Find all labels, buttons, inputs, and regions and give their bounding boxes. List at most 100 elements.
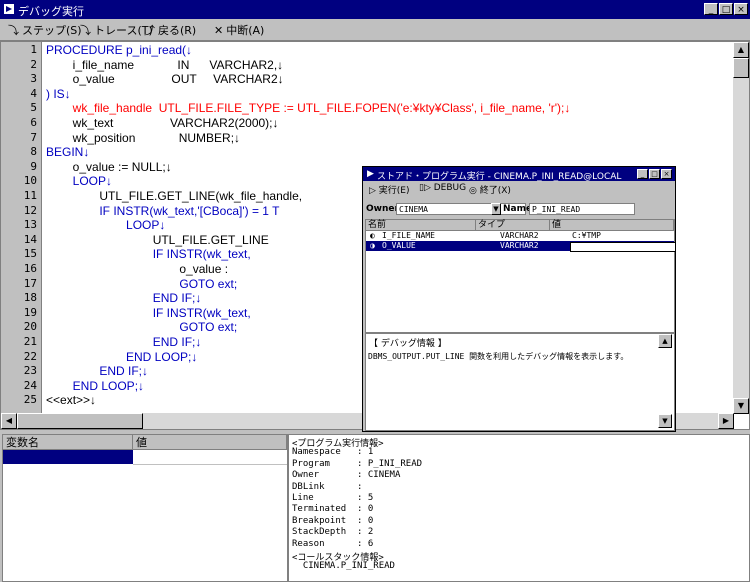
dialog-title: ストアド・プログラム実行 - CINEMA.P_INI_READ@LOCAL (377, 172, 622, 182)
code-text: ) IS↓ (46, 86, 71, 101)
line-number[interactable]: 13 (7, 218, 37, 231)
back-button[interactable]: ⤴ 戻る(R) (144, 22, 196, 38)
trace-button[interactable]: ⤵ トレース(T) (80, 22, 153, 38)
abort-icon: ✕ (214, 24, 224, 37)
line-number[interactable]: 10 (7, 174, 37, 187)
abort-button[interactable]: ✕ 中断(A) (214, 22, 264, 38)
exec-info-line: DBLink : (292, 481, 363, 492)
code-line[interactable]: ) IS↓ (46, 87, 71, 101)
scroll-right-icon[interactable]: ▶ (718, 413, 734, 429)
code-line[interactable]: IF INSTR(wk_text, (46, 306, 251, 320)
code-text: IF INSTR(wk_text, (46, 247, 251, 262)
line-number[interactable]: 9 (7, 160, 37, 173)
vertical-scrollbar[interactable]: ▲ ▼ (733, 42, 749, 414)
line-number[interactable]: 24 (7, 379, 37, 392)
stored-program-dialog: ▶ ストアド・プログラム実行 - CINEMA.P_INI_READ@LOCAL… (362, 166, 676, 432)
scroll-left-icon[interactable]: ◀ (1, 413, 17, 429)
code-line[interactable]: o_value := NULL;↓ (46, 160, 172, 174)
param-row-selected[interactable]: ◑ O_VALUE VARCHAR2 (366, 241, 676, 252)
debug-button[interactable]: ▯▷ DEBUG (419, 183, 466, 193)
close-button[interactable]: × (734, 3, 748, 15)
info-scroll-up-icon[interactable]: ▲ (658, 334, 672, 348)
line-number[interactable]: 7 (7, 131, 37, 144)
code-line[interactable]: BEGIN↓ (46, 145, 89, 159)
line-number[interactable]: 1 (7, 43, 37, 56)
line-number[interactable]: 16 (7, 262, 37, 275)
line-number[interactable]: 23 (7, 364, 37, 377)
line-number[interactable]: 18 (7, 291, 37, 304)
name-input[interactable]: P_INI_READ (529, 203, 635, 215)
code-line[interactable]: UTL_FILE.GET_LINE(wk_file_handle, (46, 189, 302, 203)
line-number[interactable]: 15 (7, 247, 37, 260)
code-line[interactable]: END LOOP;↓ (46, 379, 144, 393)
variable-row-selected[interactable] (3, 450, 133, 464)
code-line[interactable]: IF INSTR(wk_text, (46, 247, 251, 261)
line-number[interactable]: 21 (7, 335, 37, 348)
variable-value-cell[interactable] (133, 450, 287, 465)
scroll-up-icon[interactable]: ▲ (733, 42, 749, 58)
scroll-down-icon[interactable]: ▼ (733, 398, 749, 414)
code-line[interactable]: wk_text VARCHAR2(2000);↓ (46, 116, 279, 130)
code-line[interactable]: LOOP↓ (46, 174, 112, 188)
quit-button[interactable]: ◎ 終了(X) (469, 183, 511, 196)
code-line[interactable]: END IF;↓ (46, 364, 148, 378)
code-text: wk_position NUMBER;↓ (46, 130, 241, 145)
code-text: o_value OUT VARCHAR2↓ (46, 72, 284, 87)
line-number[interactable]: 3 (7, 72, 37, 85)
line-number[interactable]: 19 (7, 306, 37, 319)
step-button[interactable]: ⤵ ステップ(S) (8, 22, 82, 38)
code-text: wk_text VARCHAR2(2000);↓ (46, 116, 279, 130)
code-line[interactable]: o_value : (46, 262, 228, 276)
code-line[interactable]: END LOOP;↓ (46, 350, 197, 364)
code-line[interactable]: UTL_FILE.GET_LINE (46, 233, 269, 247)
code-line[interactable]: IF INSTR(wk_text,'[CBoca]') = 1 T (46, 204, 279, 218)
code-line[interactable]: PROCEDURE p_ini_read(↓ (46, 43, 192, 57)
code-line[interactable]: END IF;↓ (46, 291, 202, 305)
run-button[interactable]: ▷ 実行(E) (369, 183, 410, 196)
line-number[interactable]: 4 (7, 87, 37, 100)
param-out-icon: ◑ (370, 241, 375, 250)
code-text: i_file_name IN VARCHAR2,↓ (46, 57, 284, 72)
exec-info-line: Breakpoint : 0 (292, 515, 374, 526)
dialog-minimize-button[interactable]: _ (637, 169, 648, 179)
owner-label: Owner (366, 204, 399, 214)
line-number[interactable]: 8 (7, 145, 37, 158)
code-line[interactable]: wk_file_handle UTL_FILE.FILE_TYPE := UTL… (46, 101, 571, 115)
line-number[interactable]: 5 (7, 101, 37, 114)
col-value-header: 値 (550, 220, 674, 231)
code-line[interactable]: GOTO ext; (46, 277, 237, 291)
line-number[interactable]: 12 (7, 204, 37, 217)
line-number[interactable]: 14 (7, 233, 37, 246)
line-number[interactable]: 20 (7, 320, 37, 333)
window-titlebar: デバッグ実行 _ □ × (0, 0, 750, 19)
parameter-grid: 名前 タイプ 値 ◐ I_FILE_NAME VARCHAR2 C:¥TMP ◑… (365, 219, 676, 333)
line-number[interactable]: 2 (7, 58, 37, 71)
code-line[interactable]: LOOP↓ (46, 218, 165, 232)
param-type: VARCHAR2 (500, 231, 539, 240)
trace-icon: ⤵ (80, 24, 91, 37)
code-text: END IF;↓ (46, 364, 149, 379)
line-number[interactable]: 6 (7, 116, 37, 129)
code-line[interactable]: i_file_name IN VARCHAR2,↓ (46, 57, 284, 72)
line-number[interactable]: 17 (7, 277, 37, 290)
scroll-thumb[interactable] (733, 58, 749, 78)
info-scroll-down-icon[interactable]: ▼ (658, 414, 672, 428)
dialog-close-button[interactable]: × (661, 169, 672, 179)
code-line[interactable]: o_value OUT VARCHAR2↓ (46, 72, 284, 86)
param-value[interactable]: C:¥TMP (572, 231, 601, 241)
line-number[interactable]: 11 (7, 189, 37, 202)
toolbar: ⤵ ステップ(S) ⤵ トレース(T) ⤴ 戻る(R) ✕ 中断(A) (0, 19, 750, 41)
minimize-button[interactable]: _ (704, 3, 718, 15)
code-line[interactable]: GOTO ext; (46, 320, 237, 334)
dialog-maximize-button[interactable]: □ (649, 169, 660, 179)
maximize-button[interactable]: □ (719, 3, 733, 15)
owner-dropdown-icon[interactable]: ▼ (491, 203, 501, 215)
line-number[interactable]: 22 (7, 350, 37, 363)
param-row[interactable]: ◐ I_FILE_NAME VARCHAR2 C:¥TMP (366, 231, 674, 241)
line-number[interactable]: 25 (7, 393, 37, 406)
code-line[interactable]: END IF;↓ (46, 335, 202, 349)
code-line[interactable]: wk_position NUMBER;↓ (46, 131, 240, 145)
param-value-input[interactable] (570, 242, 676, 252)
hscroll-thumb[interactable] (17, 413, 143, 429)
code-line[interactable]: <<ext>>↓ (46, 393, 96, 407)
